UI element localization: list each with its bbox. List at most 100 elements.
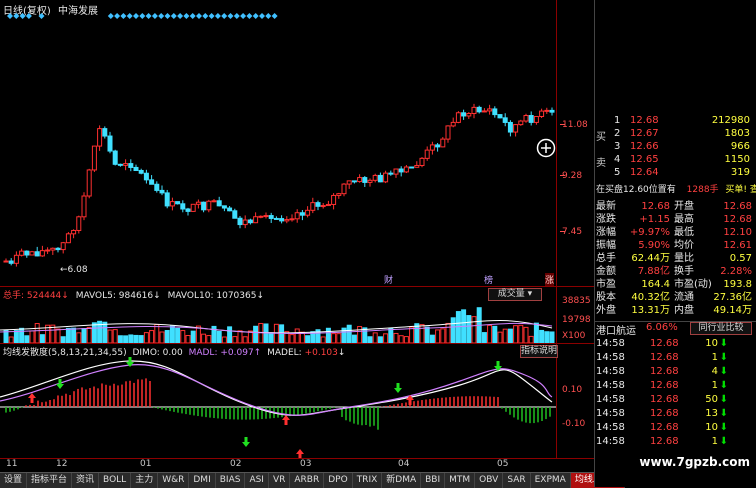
tick-volume: 13 — [705, 408, 718, 419]
candle-body — [310, 202, 316, 211]
signal-diamond-icon — [240, 13, 247, 19]
candle-body — [39, 250, 45, 257]
order-price: 12.67 — [630, 128, 659, 139]
candle-body — [507, 121, 513, 133]
tick-row: 14:58 12.68 50 ⬇ — [594, 393, 754, 406]
quote-stat-row: 总手 62.44万 量比 0.57 — [594, 252, 754, 265]
candlestick-plot[interactable] — [0, 0, 556, 286]
tab-10[interactable]: ARBR — [290, 473, 325, 488]
tick-volume: 10 — [705, 422, 718, 433]
volume-bars-plot[interactable] — [0, 300, 556, 343]
tick-row: 14:58 12.68 1 ⬇ — [594, 379, 754, 392]
volume-bar — [523, 326, 529, 343]
order-volume: 212980 — [711, 115, 750, 126]
watermark: www.7gpzb.com — [639, 455, 750, 469]
candle-body — [279, 218, 285, 222]
volume-bar — [492, 325, 498, 343]
candle-body — [227, 207, 233, 212]
tick-row: 14:58 12.68 1 ⬇ — [594, 351, 754, 364]
tab-0[interactable]: 设置 — [0, 473, 28, 488]
volume-bar — [419, 324, 425, 343]
tab-17[interactable]: SAR — [503, 473, 531, 488]
candle-body — [481, 110, 487, 113]
candle-body — [206, 200, 212, 211]
order-book-row[interactable]: 4 12.65 1150 — [594, 153, 754, 166]
quote-stat-row: 振幅 5.90% 均价 12.61 — [594, 239, 754, 252]
candle-body — [3, 260, 9, 263]
signal-diamond-icon — [158, 13, 165, 19]
sector-change: 6.06% — [646, 322, 678, 333]
price-tick-2: 9.28 — [562, 171, 583, 181]
candle-body — [315, 202, 321, 207]
stat-value: 0.57 — [729, 253, 752, 264]
candle-body — [372, 174, 378, 181]
stat-value: 2.28% — [720, 266, 752, 277]
tab-16[interactable]: OBV — [475, 473, 504, 488]
candle-body — [487, 108, 493, 112]
sector-name: 港口航运 — [596, 326, 636, 337]
tab-2[interactable]: 资讯 — [72, 473, 100, 488]
volume-bar — [305, 335, 311, 343]
stat-value: 13.31万 — [631, 305, 670, 316]
tab-7[interactable]: BIAS — [215, 473, 246, 488]
order-book-row[interactable]: 3 12.66 966 — [594, 140, 754, 153]
tick-volume: 50 — [705, 394, 718, 405]
volume-bar — [190, 330, 196, 343]
candle-body — [362, 177, 368, 183]
candle-body — [190, 203, 196, 212]
order-book-row[interactable]: 5 12.64 319 — [594, 166, 754, 179]
signal-diamond-icon — [189, 13, 196, 19]
order-price: 12.66 — [630, 141, 659, 152]
tab-15[interactable]: MTM — [445, 473, 476, 488]
quote-stat-row: 市盈 164.4 市盈(动) 193.8 — [594, 278, 754, 291]
stat-label: 最高 — [674, 214, 694, 225]
tick-time: 14:58 — [596, 380, 625, 391]
candle-body — [159, 189, 165, 194]
candle-body — [232, 210, 238, 219]
candle-body — [253, 216, 259, 224]
candle-body — [216, 200, 222, 207]
order-book-row[interactable]: 1 12.68 212980 — [594, 114, 754, 127]
order-book-row[interactable]: 2 12.67 1803 — [594, 127, 754, 140]
tab-14[interactable]: BBI — [421, 473, 446, 488]
tab-6[interactable]: DMI — [189, 473, 216, 488]
volume-bar — [13, 330, 19, 343]
candle-body — [81, 195, 87, 218]
tab-4[interactable]: 主力 — [131, 473, 159, 488]
tab-1[interactable]: 指标平台 — [27, 473, 73, 488]
tab-3[interactable]: BOLL — [99, 473, 132, 488]
signal-diamond-icon — [145, 13, 152, 19]
signal-diamond-icon — [38, 13, 45, 19]
tab-18[interactable]: EXPMA — [530, 473, 571, 488]
volume-bar — [481, 332, 487, 343]
kline-chart-area[interactable]: 日线(复权) 中海发展 11.08 9.28 7.45 ←6.08 财 榜 涨 … — [0, 0, 594, 470]
candle-body — [65, 233, 71, 244]
tab-9[interactable]: VR — [268, 473, 291, 488]
stat-value: 12.68 — [641, 201, 670, 212]
candle-body — [325, 203, 331, 207]
volume-bar — [518, 324, 524, 343]
tab-12[interactable]: TRIX — [352, 473, 383, 488]
candle-body — [351, 180, 357, 183]
signal-diamond-icon — [183, 13, 190, 19]
candle-body — [55, 247, 61, 251]
volume-bar — [175, 327, 181, 343]
signal-diamond-icon — [107, 13, 114, 19]
indicator-plot[interactable] — [0, 357, 556, 458]
order-book-detail-link[interactable]: 买单! 查看详细 — [725, 185, 756, 195]
sector-compare-button[interactable]: 同行业比较 — [690, 322, 752, 335]
down-arrow-icon: ⬇ — [719, 408, 728, 419]
down-arrow-icon: ⬇ — [719, 436, 728, 447]
tab-5[interactable]: W&R — [158, 473, 190, 488]
quote-stat-row: 最新 12.68 开盘 12.68 — [594, 200, 754, 213]
tick-time: 14:58 — [596, 366, 625, 377]
tick-volume: 4 — [711, 366, 718, 377]
candle-body — [289, 218, 295, 221]
tick-row: 14:58 12.68 13 ⬇ — [594, 407, 754, 420]
order-price: 12.68 — [630, 115, 659, 126]
candle-body — [91, 145, 97, 171]
candle-body — [341, 183, 347, 195]
tab-8[interactable]: ASI — [245, 473, 269, 488]
tab-13[interactable]: 新DMA — [382, 473, 422, 488]
tab-11[interactable]: DPO — [324, 473, 353, 488]
